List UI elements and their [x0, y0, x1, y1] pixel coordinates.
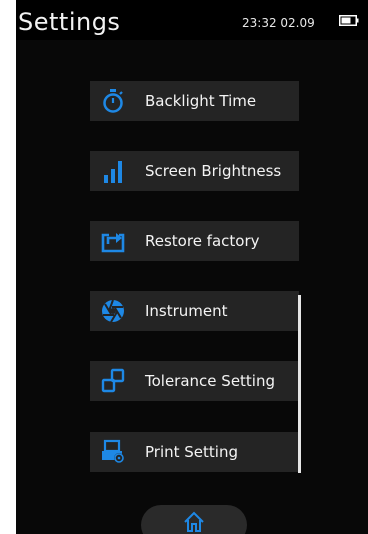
- aperture-icon: [102, 299, 124, 323]
- status-bar: Settings 23:32 02.09: [16, 0, 368, 40]
- menu-item-label: Restore factory: [145, 232, 260, 250]
- stopwatch-icon: [103, 89, 123, 113]
- printer-icon: [102, 439, 124, 463]
- settings-screen: Settings 23:32 02.09 Backlight Time Scre…: [16, 0, 368, 534]
- menu-item-instrument[interactable]: Instrument: [90, 291, 299, 331]
- signal-bars-icon: [104, 161, 122, 183]
- menu-item-restore-factory[interactable]: Restore factory: [90, 221, 299, 261]
- menu-item-label: Print Setting: [145, 443, 238, 461]
- menu-item-label: Backlight Time: [145, 92, 257, 110]
- menu-item-tolerance-setting[interactable]: Tolerance Setting: [90, 361, 299, 401]
- menu-item-label: Tolerance Setting: [145, 372, 276, 390]
- menu-item-print-setting[interactable]: Print Setting: [90, 432, 299, 472]
- menu-item-label: Instrument: [145, 302, 228, 320]
- restore-icon: [101, 233, 125, 253]
- tolerance-icon: [101, 368, 125, 393]
- page-title: Settings: [18, 8, 121, 36]
- home-icon: [184, 511, 204, 532]
- home-button[interactable]: [141, 505, 247, 534]
- menu-item-label: Screen Brightness: [145, 162, 282, 180]
- menu-item-backlight-time[interactable]: Backlight Time: [90, 81, 299, 121]
- scrollbar[interactable]: [298, 295, 301, 473]
- clock-display: 23:32 02.09: [242, 16, 315, 30]
- battery-icon: [339, 15, 359, 26]
- menu-item-screen-brightness[interactable]: Screen Brightness: [90, 151, 299, 191]
